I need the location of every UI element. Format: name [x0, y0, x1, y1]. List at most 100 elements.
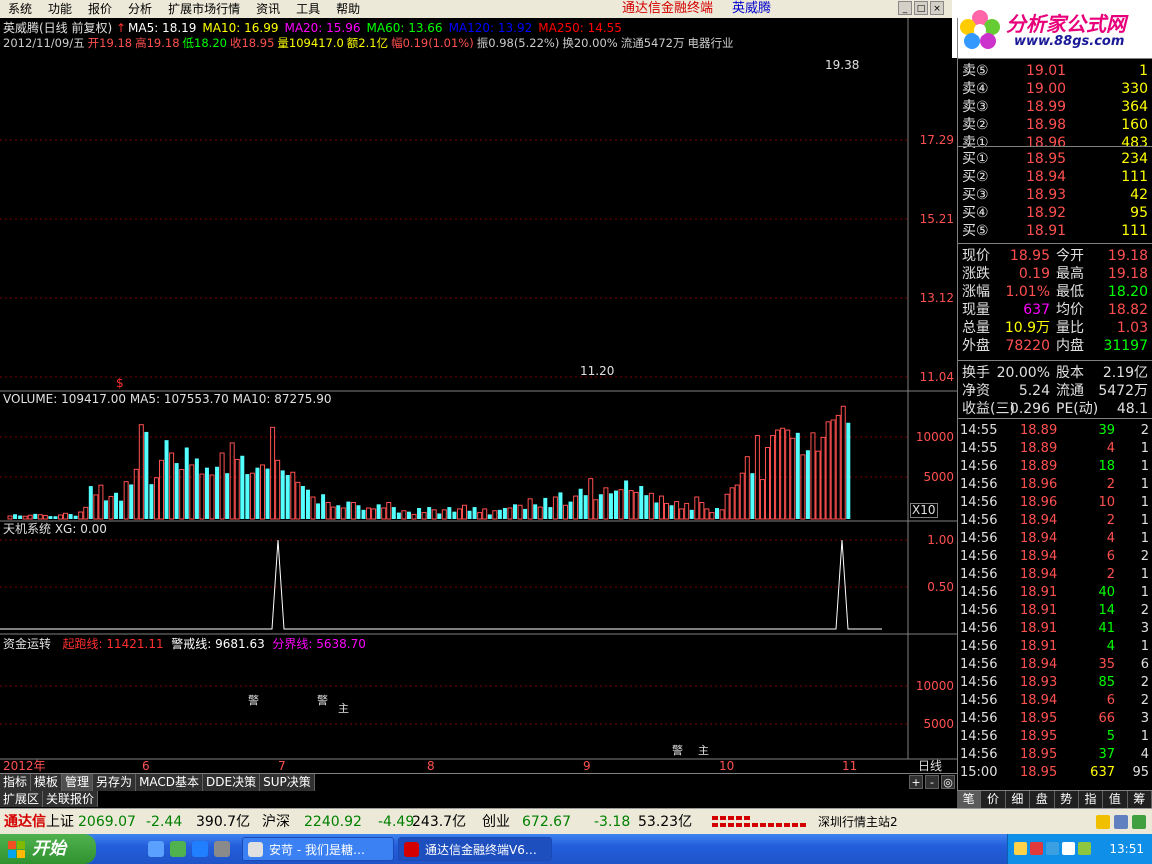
volume-bar: [280, 470, 285, 519]
volume-bar: [674, 501, 680, 520]
menu-analysis[interactable]: 分析: [120, 0, 160, 18]
orderbook-row[interactable]: 买① 18.95 234: [962, 150, 1150, 168]
tab-manage[interactable]: 管理: [62, 774, 94, 791]
x-axis-label: 9: [583, 759, 591, 773]
tick-count: 1: [1140, 477, 1149, 492]
tab-template[interactable]: 模板: [31, 774, 63, 791]
period-label[interactable]: 日线: [918, 760, 942, 773]
quicklaunch-more-icon[interactable]: [214, 841, 230, 857]
quote-tab[interactable]: 细: [1005, 791, 1031, 808]
menu-quote[interactable]: 报价: [80, 0, 120, 18]
volume-bar: [699, 502, 705, 520]
tab-related-quote[interactable]: 关联报价: [43, 791, 99, 807]
ma-legend-item: MA120: 13.92: [448, 21, 533, 35]
tab-indicator[interactable]: 指标: [0, 774, 32, 791]
zoom-in-button[interactable]: +: [909, 775, 923, 789]
bar-info-item: 换20.00%: [562, 36, 618, 50]
volume-bar: [724, 493, 730, 520]
minimize-icon[interactable]: _: [898, 1, 912, 15]
stat-value: 18.20: [1107, 284, 1148, 300]
quote-tab[interactable]: 价: [981, 791, 1006, 808]
quicklaunch-ie-icon[interactable]: [192, 841, 208, 857]
quicklaunch-desktop-icon[interactable]: [170, 841, 186, 857]
tick-row[interactable]: 14:56 18.94 6 2: [960, 548, 1151, 566]
server-name[interactable]: 深圳行情主站2: [818, 813, 898, 831]
tab-save-as[interactable]: 另存为: [93, 774, 137, 791]
close-icon[interactable]: ×: [930, 1, 944, 15]
tray-icon[interactable]: [1062, 842, 1075, 855]
volume-bar: [603, 487, 609, 520]
chart-area[interactable]: 英威腾(日线 前复权) ↑ MA5: 18.19 MA10: 16.99 MA20:…: [0, 18, 957, 773]
tick-count: 2: [1140, 603, 1149, 618]
tick-row[interactable]: 14:56 18.89 18 1: [960, 458, 1151, 476]
tick-row[interactable]: 14:56 18.91 14 2: [960, 602, 1151, 620]
quote-tab[interactable]: 指: [1078, 791, 1104, 808]
lock-icon[interactable]: [1096, 815, 1110, 829]
quote-tab[interactable]: 势: [1054, 791, 1079, 808]
tick-row[interactable]: 14:56 18.96 10 1: [960, 494, 1151, 512]
task-button-tdx[interactable]: 通达信金融终端V6…: [398, 837, 552, 861]
menu-tools[interactable]: 工具: [288, 0, 328, 18]
menu-help[interactable]: 帮助: [328, 0, 368, 18]
tick-row[interactable]: 14:56 18.94 6 2: [960, 692, 1151, 710]
tick-row[interactable]: 14:56 18.94 2 1: [960, 512, 1151, 530]
orderbook-row[interactable]: 卖③ 18.99 364: [962, 98, 1150, 116]
tab-macd[interactable]: MACD基本: [136, 774, 204, 791]
orderbook-row[interactable]: 买⑤ 18.91 111: [962, 222, 1150, 240]
quote-tab[interactable]: 盘: [1030, 791, 1055, 808]
tick-row[interactable]: 14:56 18.94 4 1: [960, 530, 1151, 548]
quote-tab[interactable]: 笔: [957, 791, 982, 808]
tick-row[interactable]: 14:56 18.91 4 1: [960, 638, 1151, 656]
tray-icon[interactable]: [1046, 842, 1059, 855]
orderbook-row[interactable]: 买③ 18.93 42: [962, 186, 1150, 204]
zoom-out-button[interactable]: -: [925, 775, 939, 789]
fund-mark: 警: [672, 744, 683, 757]
tray-icon[interactable]: [1078, 842, 1091, 855]
tick-row[interactable]: 14:56 18.95 37 4: [960, 746, 1151, 764]
quote-stat-row: 净资 5.24 流通 5472万: [962, 382, 1150, 400]
volume-bar: [608, 493, 613, 519]
orderbook-row[interactable]: 卖② 18.98 160: [962, 116, 1150, 134]
restore-icon[interactable]: □: [914, 1, 928, 15]
volume-bar: [215, 466, 220, 519]
volume-bar: [305, 489, 310, 519]
tray-icon[interactable]: [1030, 842, 1043, 855]
tick-row[interactable]: 14:56 18.95 5 1: [960, 728, 1151, 746]
tick-row[interactable]: 14:56 18.91 41 3: [960, 620, 1151, 638]
quote-tab[interactable]: 筹: [1127, 791, 1152, 808]
stat-value: 78220: [1005, 338, 1050, 354]
quote-tab[interactable]: 值: [1103, 791, 1128, 808]
task-button-music[interactable]: 安苛 - 我们是糖…: [242, 837, 394, 861]
tab-ext-area[interactable]: 扩展区: [0, 791, 44, 807]
quicklaunch-explorer-icon[interactable]: [148, 841, 164, 857]
menu-system[interactable]: 系统: [0, 0, 40, 18]
x-axis-label: 8: [427, 759, 435, 773]
tick-row[interactable]: 14:56 18.94 2 1: [960, 566, 1151, 584]
network-icon[interactable]: [1132, 815, 1146, 829]
orderbook-row[interactable]: 买② 18.94 111: [962, 168, 1150, 186]
orderbook-row[interactable]: 买④ 18.92 95: [962, 204, 1150, 222]
menu-ext-market[interactable]: 扩展市场行情: [160, 0, 248, 18]
tick-row[interactable]: 15:00 18.95 637 95: [960, 764, 1151, 782]
menu-function[interactable]: 功能: [40, 0, 80, 18]
tick-row[interactable]: 14:56 18.96 2 1: [960, 476, 1151, 494]
tick-row[interactable]: 14:56 18.91 40 1: [960, 584, 1151, 602]
volume-bar: [744, 456, 750, 520]
tick-row[interactable]: 14:56 18.93 85 2: [960, 674, 1151, 692]
tab-sup[interactable]: SUP决策: [260, 774, 315, 791]
tick-row[interactable]: 14:55 18.89 4 1: [960, 440, 1151, 458]
info-icon[interactable]: [1114, 815, 1128, 829]
reset-view-button[interactable]: ◎: [941, 775, 955, 789]
tick-row[interactable]: 14:56 18.95 66 3: [960, 710, 1151, 728]
tab-dde[interactable]: DDE决策: [203, 774, 261, 791]
tray-icon[interactable]: [1014, 842, 1027, 855]
start-button[interactable]: 开始: [0, 834, 96, 864]
orderbook-row[interactable]: 卖⑤ 19.01 1: [962, 62, 1150, 80]
menu-info[interactable]: 资讯: [248, 0, 288, 18]
tick-row[interactable]: 14:55 18.89 39 2: [960, 422, 1151, 440]
tick-price: 18.91: [1020, 639, 1058, 654]
tdx-terminal-window: 系统 功能 报价 分析 扩展市场行情 资讯 工具 帮助 通达信金融终端 英威腾 _ □ × 分…: [0, 0, 1152, 864]
orderbook-row[interactable]: 卖④ 19.00 330: [962, 80, 1150, 98]
index-item: -4.49: [378, 814, 415, 830]
tick-row[interactable]: 14:56 18.94 35 6: [960, 656, 1151, 674]
